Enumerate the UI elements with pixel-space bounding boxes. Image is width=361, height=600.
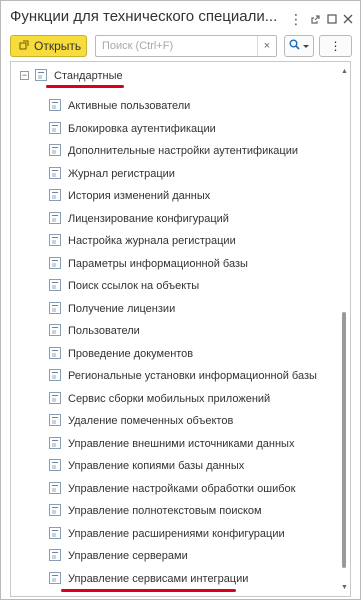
tree-item-label: История изменений данных (68, 190, 211, 202)
tree-item[interactable]: Поиск ссылок на объекты (11, 276, 336, 299)
tree-item[interactable]: Управление серверами (11, 546, 336, 569)
tree-item[interactable]: История изменений данных (11, 186, 336, 209)
tree-root-row[interactable]: − Стандартные (11, 66, 331, 88)
tree-item[interactable]: Лицензирование конфигураций (11, 209, 336, 232)
tree-item-label: Удаление помеченных объектов (68, 415, 234, 427)
highlight-underline (61, 588, 236, 592)
tree-item[interactable]: Получение лицензии (11, 299, 336, 322)
tree-item-label: Журнал регистрации (68, 167, 175, 180)
scrollbar[interactable]: ▲ ▼ (341, 68, 349, 594)
tree-item-label: Настройка журнала регистрации (68, 235, 236, 247)
tree-item-label: Проведение документов (68, 347, 194, 360)
functions-tree[interactable]: − Стандартные Активные пользователи Блоки… (10, 61, 351, 597)
open-button-label: Открыть (34, 39, 82, 53)
tree-item-label: Параметры информационной базы (68, 257, 248, 270)
tree-item[interactable]: Региональные установки информационной ба… (11, 366, 336, 389)
tree-item[interactable]: Блокировка аутентификации (11, 119, 336, 142)
tree-item-label: Управление внешними источниками данных (68, 437, 295, 450)
scroll-up-icon[interactable]: ▲ (341, 68, 348, 75)
tree-item-label: Управление расширениями конфигурации (68, 527, 285, 540)
tree-item-label: Сервис сборки мобильных приложений (68, 392, 271, 405)
tree-items: Активные пользователи Блокировка аутентиф… (11, 96, 336, 592)
search-input[interactable] (102, 39, 252, 53)
search-icon (289, 39, 300, 53)
tree-item-label: Активные пользователи (68, 100, 191, 112)
tree-item[interactable]: Проведение документов (11, 344, 336, 367)
open-icon (19, 40, 29, 53)
more-actions-label: ⋮ (329, 39, 342, 53)
tree-item-label: Дополнительные настройки аутентификации (68, 145, 298, 157)
tree-item[interactable]: Удаление помеченных объектов (11, 411, 336, 434)
tree-item[interactable]: Сервис сборки мобильных приложений (11, 389, 336, 412)
tree-item-label: Поиск ссылок на объекты (68, 280, 200, 292)
tree-item-label: Получение лицензии (68, 302, 176, 315)
tree-item[interactable]: Журнал регистрации (11, 164, 336, 187)
collapse-icon[interactable]: − (20, 71, 29, 80)
tree-item[interactable]: Управление полнотекстовым поиском (11, 501, 336, 524)
tree-item[interactable]: Пользователи (11, 321, 336, 344)
clear-icon[interactable]: × (257, 36, 276, 56)
more-actions-button[interactable]: ⋮ (319, 35, 352, 57)
tree-item-label: Управление серверами (68, 550, 188, 562)
tree-item[interactable]: Настройка журнала регистрации (11, 231, 336, 254)
tree-item[interactable]: Управление внешними источниками данных (11, 434, 336, 457)
title-bar: Функции для технического специали... ⋮ (1, 1, 360, 37)
tree-item[interactable]: Активные пользователи (11, 96, 336, 119)
window-title: Функции для технического специали... (10, 8, 278, 25)
tree-item-label: Управление полнотекстовым поиском (68, 505, 262, 517)
search-field[interactable]: × (95, 35, 277, 57)
close-icon[interactable] (339, 10, 357, 28)
open-button[interactable]: Открыть (10, 35, 87, 57)
tree-item[interactable]: Управление расширениями конфигурации (11, 524, 336, 547)
tree-root-label: Стандартные (54, 70, 123, 82)
tree-item[interactable]: Управление копиями базы данных (11, 456, 336, 479)
tree-item-label: Пользователи (68, 325, 140, 337)
tree-item-label: Лицензирование конфигураций (68, 212, 229, 225)
tree-item-label: Управление копиями базы данных (68, 460, 245, 472)
tree-item-label: Блокировка аутентификации (68, 122, 216, 135)
chevron-down-icon (303, 40, 309, 52)
scrollbar-thumb[interactable] (342, 312, 346, 568)
tree-item-label: Региональные установки информационной ба… (68, 370, 317, 382)
highlight-underline (46, 85, 124, 88)
tree-item[interactable]: Дополнительные настройки аутентификации (11, 141, 336, 164)
search-button[interactable] (284, 35, 314, 57)
toolbar: Открыть × ⋮ (1, 35, 360, 59)
tree-item[interactable]: Управление настройками обработки ошибок (11, 479, 336, 502)
tree-item[interactable]: Параметры информационной базы (11, 254, 336, 277)
scroll-down-icon[interactable]: ▼ (341, 584, 348, 591)
dialog-window: Функции для технического специали... ⋮ О… (0, 0, 361, 600)
tree-item[interactable]: Управление сервисами интеграции (11, 569, 336, 592)
more-icon[interactable]: ⋮ (287, 10, 305, 28)
tree-item-label: Управление настройками обработки ошибок (68, 482, 296, 495)
tree-item-label: Управление сервисами интеграции (68, 572, 249, 585)
